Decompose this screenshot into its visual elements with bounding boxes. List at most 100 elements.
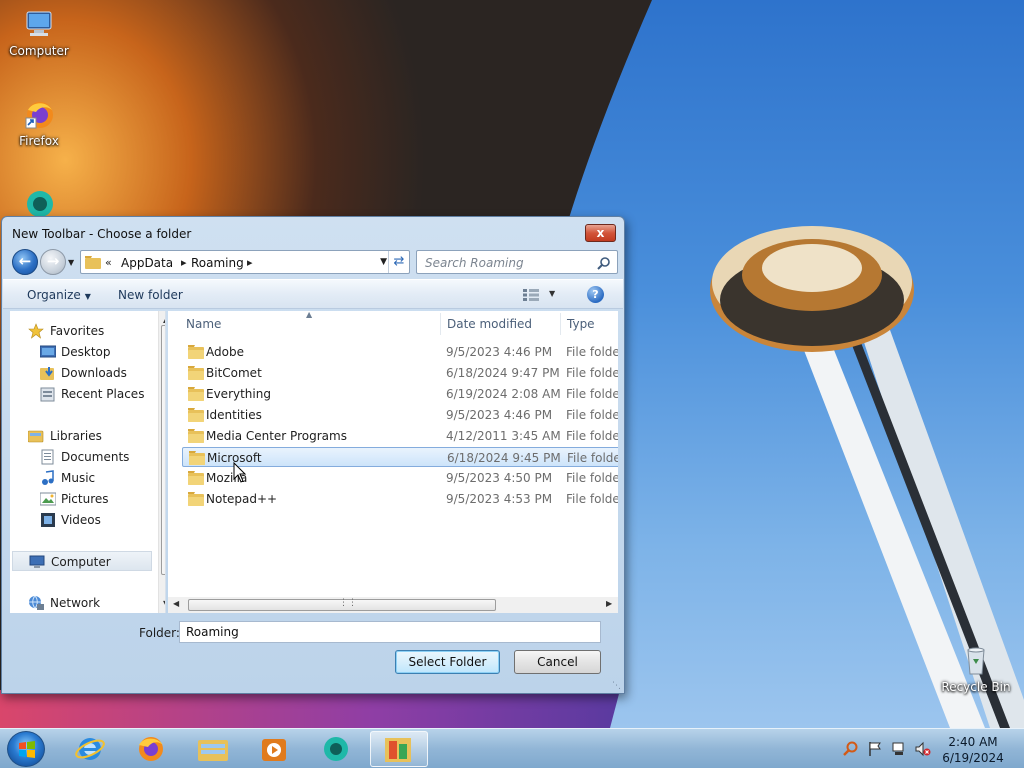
file-name: Notepad++ [206, 492, 278, 506]
column-divider[interactable] [440, 313, 441, 335]
scroll-left-icon[interactable]: ◀ [173, 599, 179, 608]
column-divider[interactable] [560, 313, 561, 335]
taskbar-active-app[interactable] [370, 731, 428, 767]
pictures-icon [40, 492, 56, 506]
file-row[interactable]: Adobe 9/5/2023 4:46 PM File folder [182, 342, 618, 362]
nav-documents-label: Documents [61, 450, 130, 464]
file-date-modified: 6/19/2024 2:08 AM [446, 387, 561, 401]
network-tray-icon[interactable] [891, 741, 907, 757]
taskbar-chat-app[interactable] [310, 731, 362, 767]
file-name: Identities [206, 408, 262, 422]
nav-desktop[interactable]: Desktop [10, 342, 150, 362]
taskbar-media-player[interactable] [248, 731, 300, 767]
start-button[interactable] [7, 731, 45, 767]
nav-network[interactable]: Network [10, 593, 150, 613]
nav-computer[interactable]: Computer [12, 551, 152, 571]
dialog-title: New Toolbar - Choose a folder [12, 227, 192, 241]
recent-pages-dropdown[interactable]: ▼ [68, 258, 78, 268]
close-button[interactable]: x [585, 224, 616, 242]
search-box[interactable]: Search Roaming [416, 250, 618, 274]
desktop-icon-firefox[interactable]: Firefox [0, 98, 78, 148]
desktop-icon-label: Recycle Bin [941, 680, 1011, 694]
nav-favorites-label: Favorites [50, 324, 105, 338]
nav-documents[interactable]: Documents [10, 447, 150, 467]
desktop-icon-computer[interactable]: Computer [0, 8, 78, 58]
nav-recent-places[interactable]: Recent Places [10, 384, 150, 404]
file-row[interactable]: Everything 6/19/2024 2:08 AM File folder [182, 384, 618, 404]
nav-favorites[interactable]: Favorites [10, 321, 150, 341]
scroll-down-icon[interactable]: ▼ [163, 599, 165, 608]
taskbar-firefox[interactable] [125, 731, 177, 767]
refresh-button[interactable]: ⇄ [388, 251, 409, 273]
address-dropdown-icon[interactable]: ▼ [380, 257, 387, 267]
view-options-icon[interactable] [523, 289, 541, 301]
select-folder-button[interactable]: Select Folder [395, 650, 500, 674]
view-dropdown-icon[interactable]: ▼ [549, 289, 555, 298]
nav-network-label: Network [50, 596, 101, 610]
help-button[interactable]: ? [587, 286, 604, 303]
back-button[interactable]: ← [12, 249, 38, 275]
folder-icon [188, 345, 204, 359]
sort-ascending-icon: ▲ [306, 311, 313, 319]
horizontal-scrollbar-thumb[interactable]: ⋮⋮ [188, 598, 496, 611]
search-input[interactable]: Search Roaming [425, 256, 524, 270]
address-bar[interactable]: « AppData ▸ Roaming ▸ ▼ ⇄ [80, 250, 410, 274]
file-list-horizontal-scrollbar[interactable]: ◀ ⋮⋮ ▶ [168, 597, 618, 613]
scrollbar-grip-icon: ≡ [165, 446, 166, 456]
folder-label: Folder: [139, 626, 180, 640]
nav-libraries-label: Libraries [50, 429, 102, 443]
breadcrumb-roaming[interactable]: Roaming [191, 256, 244, 270]
recent-places-icon [40, 387, 55, 402]
breadcrumb-chevron-icon[interactable]: ▸ [247, 256, 253, 269]
file-explorer-icon [198, 740, 228, 761]
music-icon [42, 470, 54, 485]
nav-videos[interactable]: Videos [10, 510, 150, 530]
internet-explorer-icon [75, 738, 105, 760]
file-row[interactable]: BitComet 6/18/2024 9:47 PM File folder [182, 363, 618, 383]
desktop-icon-recycle-bin[interactable]: Recycle Bin [936, 644, 1016, 694]
nav-libraries[interactable]: Libraries [10, 426, 150, 446]
volume-muted-icon[interactable] [915, 741, 931, 757]
nav-pane-scrollbar[interactable]: ▲ ≡ ▼ [158, 311, 166, 613]
scrollbar-thumb[interactable]: ≡ [161, 325, 166, 575]
folder-field[interactable] [179, 621, 601, 643]
column-type[interactable]: Type [567, 317, 595, 331]
nav-downloads[interactable]: Downloads [10, 363, 150, 383]
column-date-modified[interactable]: Date modified [447, 317, 532, 331]
file-type: File folder [566, 492, 618, 506]
recycle-bin-icon [959, 644, 993, 678]
system-clock[interactable]: 2:40 AM 6/19/2024 [942, 734, 1004, 766]
nav-pictures[interactable]: Pictures [10, 489, 150, 509]
file-row[interactable]: Identities 9/5/2023 4:46 PM File folder [182, 405, 618, 425]
nav-music[interactable]: Music [10, 468, 150, 488]
address-overflow[interactable]: « [105, 256, 112, 269]
navigation-row: ← → ▼ « AppData ▸ Roaming ▸ ▼ ⇄ Search R… [10, 249, 618, 275]
taskbar-internet-explorer[interactable] [64, 731, 116, 767]
breadcrumb-chevron-icon[interactable]: ▸ [181, 256, 187, 269]
folder-icon [188, 429, 204, 443]
organize-button[interactable]: Organize ▼ [27, 288, 91, 302]
folder-icon [188, 408, 204, 422]
clock-time: 2:40 AM [948, 735, 998, 749]
navigation-pane: Favorites Desktop Downloads Recent Place… [10, 311, 166, 613]
network-icon [29, 595, 44, 610]
scroll-right-icon[interactable]: ▶ [606, 599, 612, 608]
nav-videos-label: Videos [61, 513, 101, 527]
file-row[interactable]: Media Center Programs 4/12/2011 3:45 AM Fi… [182, 426, 618, 446]
cancel-button[interactable]: Cancel [514, 650, 601, 674]
file-row[interactable]: Microsoft6/18/2024 9:45 PMFile folder [182, 447, 618, 467]
taskbar-file-explorer[interactable] [187, 731, 239, 767]
file-row[interactable]: Mozilla9/5/2023 4:50 PMFile folder [182, 468, 618, 488]
column-name[interactable]: Name [186, 317, 221, 331]
dialog-titlebar[interactable]: New Toolbar - Choose a folder x [2, 217, 624, 247]
new-folder-button[interactable]: New folder [118, 288, 183, 302]
action-center-flag-icon[interactable] [867, 741, 883, 757]
search-icon[interactable] [597, 256, 611, 270]
scroll-up-icon[interactable]: ▲ [163, 315, 165, 324]
search-tray-icon[interactable] [843, 741, 859, 757]
breadcrumb-appdata[interactable]: AppData [121, 256, 173, 270]
file-row[interactable]: Notepad++ 9/5/2023 4:53 PM File folder [182, 489, 618, 509]
nav-recent-places-label: Recent Places [61, 387, 145, 401]
resize-grip-icon[interactable]: ⋱ [612, 681, 621, 691]
forward-button[interactable]: → [40, 249, 66, 275]
